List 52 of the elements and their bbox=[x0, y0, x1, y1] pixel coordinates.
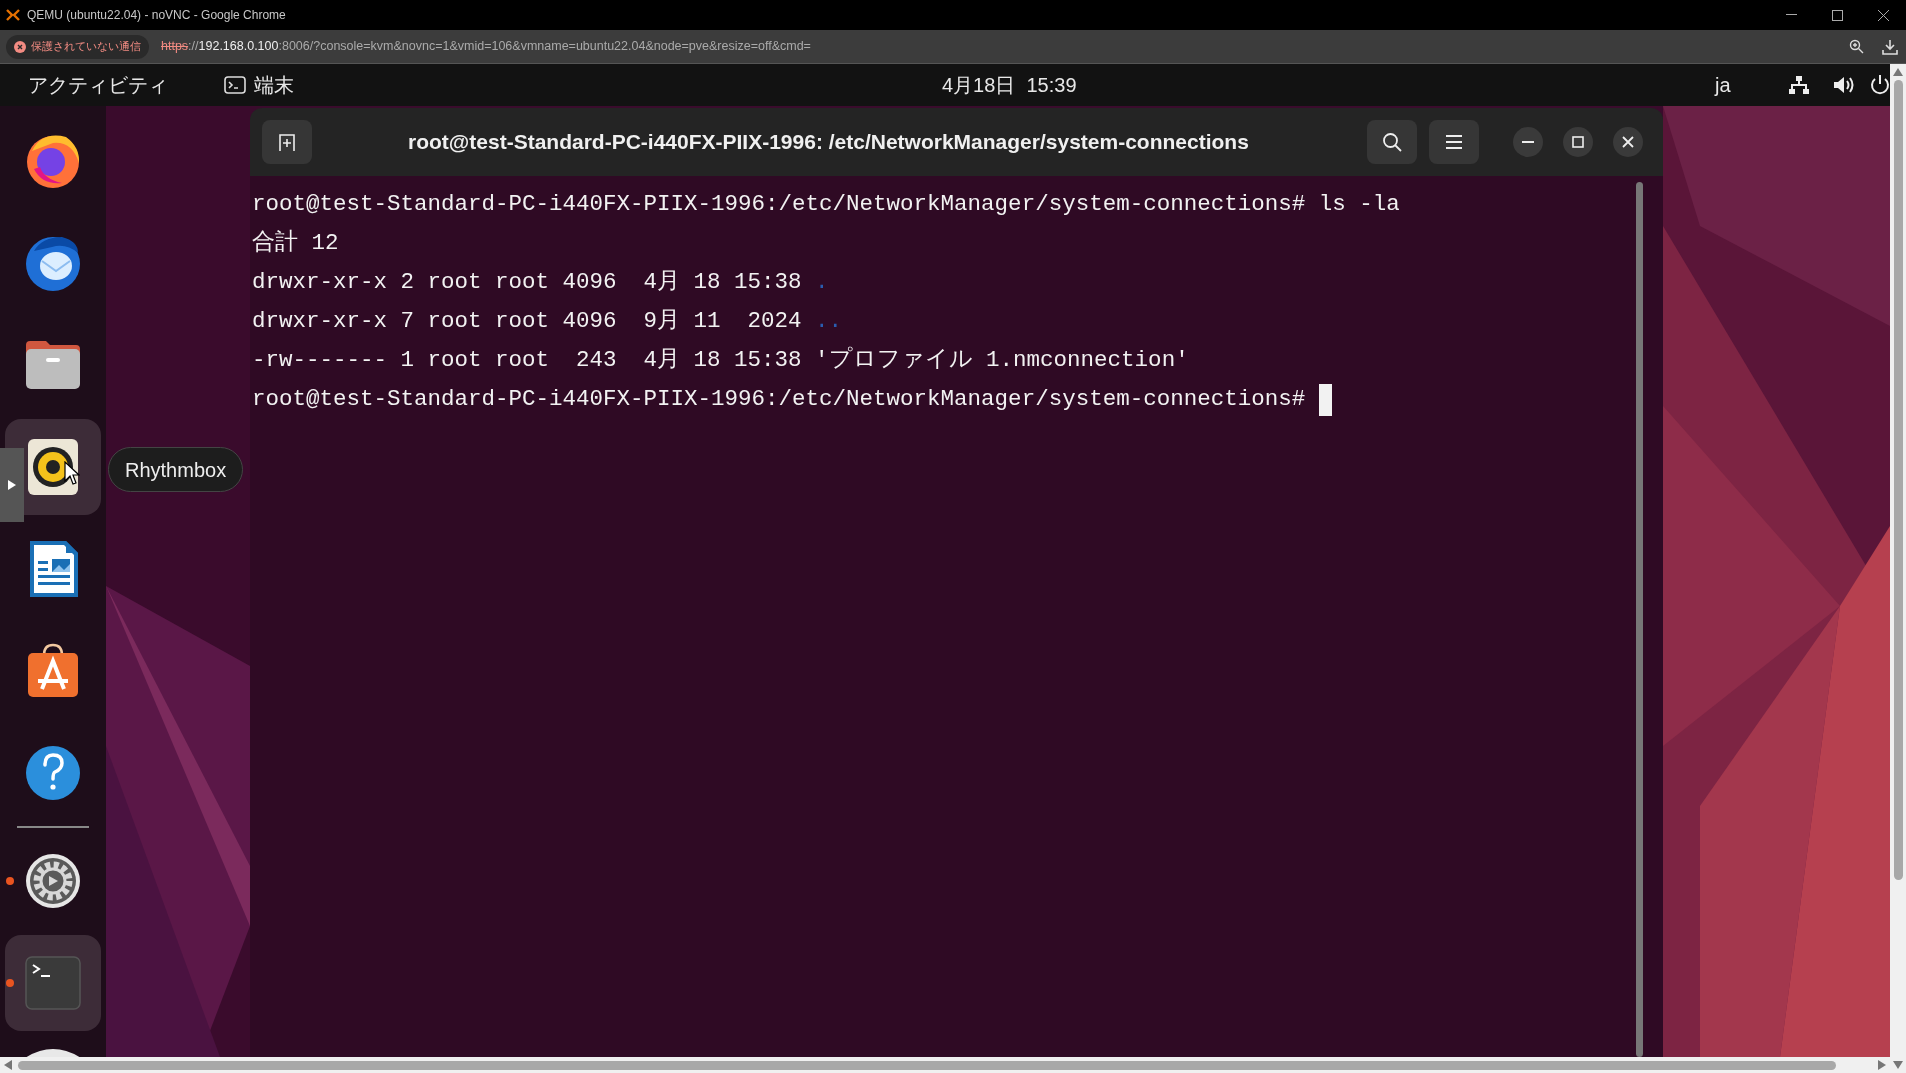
power-icon[interactable] bbox=[1870, 74, 1890, 96]
terminal-line: root@test-Standard-PC-i440FX-PIIX-1996:/etc/NetworkManager/system-connections# ls -la bbox=[252, 189, 1400, 219]
warning-icon bbox=[14, 40, 26, 53]
terminal-line: -rw------- 1 root root 243 4月 18 15:38 bbox=[252, 345, 803, 375]
window-title: root@test-Standard-PC-i440FX-PIIX-1996: /etc/NetworkManager/system-connections bbox=[408, 129, 1249, 156]
activities-button[interactable]: アクティビティ bbox=[28, 70, 168, 100]
input-method-indicator[interactable]: ja bbox=[1715, 70, 1731, 100]
scroll-right-icon[interactable] bbox=[1878, 1060, 1886, 1070]
scrollbar-thumb[interactable] bbox=[1636, 182, 1643, 1057]
file-name: .. bbox=[815, 306, 843, 336]
terminal-line: 合計 12 bbox=[252, 228, 339, 258]
minimize-button[interactable] bbox=[1513, 127, 1543, 157]
scrollbar-thumb[interactable] bbox=[1893, 80, 1903, 880]
apps-icon[interactable] bbox=[25, 1048, 81, 1057]
close-icon bbox=[1622, 136, 1634, 148]
scrollbar-thumb[interactable] bbox=[18, 1060, 1836, 1070]
security-chip[interactable]: 保護されていない通信 bbox=[6, 34, 149, 59]
scroll-left-icon[interactable] bbox=[4, 1060, 12, 1070]
maximize-icon bbox=[1831, 9, 1843, 21]
app-menu[interactable]: 端末 bbox=[254, 70, 294, 100]
window-title: QEMU (ubuntu22.04) - noVNC - Google Chrome bbox=[27, 7, 286, 24]
sidebar-handle[interactable] bbox=[0, 448, 24, 522]
scroll-up-icon[interactable] bbox=[1893, 68, 1903, 76]
search-icon bbox=[1382, 132, 1402, 152]
minimize-icon bbox=[1522, 141, 1534, 143]
terminal-line: drwxr-xr-x 7 root root 4096 9月 11 2024 bbox=[252, 306, 803, 336]
terminal-line: root@test-Standard-PC-i440FX-PIIX-1996:/etc/NetworkManager/system-connections# bbox=[252, 384, 1307, 414]
maximize-button[interactable] bbox=[1563, 127, 1593, 157]
zoom-icon[interactable] bbox=[1849, 39, 1864, 54]
mouse-pointer-icon bbox=[64, 461, 80, 487]
network-icon[interactable] bbox=[1788, 75, 1810, 95]
file-name: . bbox=[815, 267, 829, 297]
search-button[interactable] bbox=[1367, 120, 1417, 164]
minimize-icon bbox=[1785, 14, 1797, 16]
url-text[interactable]: https://192.168.0.100:8006/?console=kvm&novnc=1&vmid=106&vmname=ubuntu22.04&node=pve&resize=off&cmd= bbox=[161, 37, 811, 56]
download-icon[interactable] bbox=[1882, 38, 1898, 55]
menu-icon bbox=[1445, 134, 1463, 150]
menu-button[interactable] bbox=[1429, 120, 1479, 164]
terminal-line: drwxr-xr-x 2 root root 4096 4月 18 15:38 bbox=[252, 267, 803, 297]
scroll-down-icon[interactable] bbox=[1893, 1061, 1903, 1069]
close-icon bbox=[1877, 9, 1889, 21]
close-button[interactable] bbox=[1613, 127, 1643, 157]
maximize-icon bbox=[1572, 136, 1584, 148]
play-icon bbox=[8, 480, 16, 490]
new-tab-icon bbox=[277, 132, 297, 152]
file-name: 'プロファイル 1.nmconnection' bbox=[815, 345, 1189, 375]
app-logo-icon bbox=[6, 9, 20, 21]
new-tab-button[interactable] bbox=[262, 120, 312, 164]
clock[interactable]: 4月18日 15:39 bbox=[942, 70, 1077, 100]
terminal-icon bbox=[224, 76, 246, 94]
volume-icon[interactable] bbox=[1832, 75, 1856, 95]
tooltip: Rhythmbox bbox=[108, 447, 244, 492]
